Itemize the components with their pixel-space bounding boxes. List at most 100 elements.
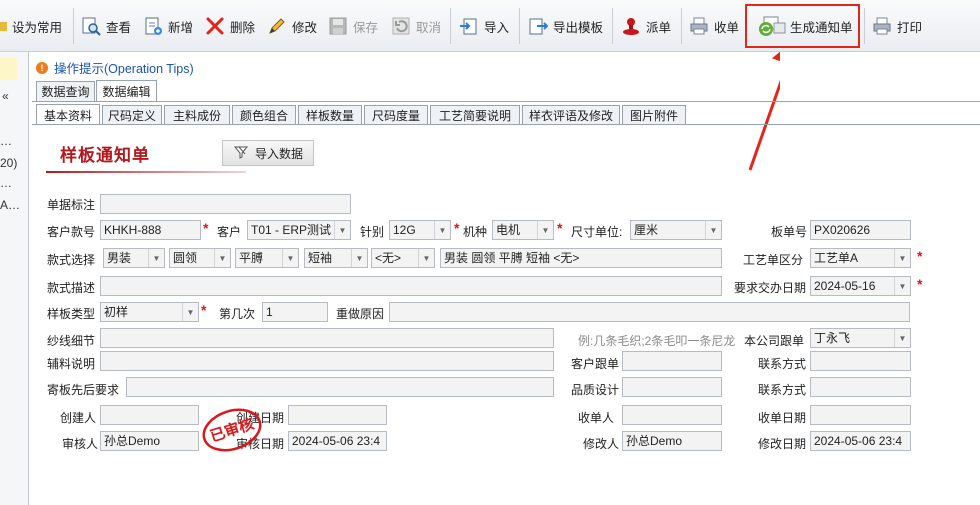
- size-unit-value: 厘米: [634, 223, 659, 237]
- delete-button[interactable]: 删除: [204, 10, 255, 42]
- form-title: 样板通知单: [60, 146, 150, 166]
- style-desc-field[interactable]: [100, 276, 722, 296]
- chevron-down-icon[interactable]: ▼: [894, 249, 910, 267]
- tab-sample-quantity[interactable]: 样板数量: [298, 105, 362, 125]
- creator-field[interactable]: [100, 405, 199, 425]
- style-length-select[interactable]: 短袖 ▼: [304, 248, 368, 268]
- collapse-icon[interactable]: «: [2, 89, 9, 103]
- contact2-field[interactable]: [810, 377, 911, 397]
- machine-select[interactable]: 电机 ▼: [492, 220, 554, 240]
- cancel-button[interactable]: 取消: [390, 10, 441, 42]
- size-unit-label: 尺寸单位:: [571, 225, 623, 239]
- size-unit-select[interactable]: 厘米 ▼: [630, 220, 722, 240]
- print-button[interactable]: 打印: [871, 10, 922, 42]
- sample-type-select[interactable]: 初样 ▼: [100, 302, 199, 322]
- tab-image-attachments[interactable]: 图片附件: [622, 105, 686, 125]
- customer-value: T01 - ERP测试: [251, 223, 332, 237]
- style-sleeve-select[interactable]: 平膊 ▼: [235, 248, 299, 268]
- tab-sample-review[interactable]: 样衣评语及修改: [522, 105, 620, 125]
- process-type-select[interactable]: 工艺单A ▼: [810, 248, 911, 268]
- tab-process-brief[interactable]: 工艺简要说明: [430, 105, 520, 125]
- modify-date-field[interactable]: 2024-05-06 23:4: [810, 431, 911, 451]
- customer-select[interactable]: T01 - ERP测试 ▼: [247, 220, 351, 240]
- save-label: 保存: [353, 20, 379, 35]
- reviewer-field[interactable]: 孙总Demo: [100, 431, 199, 451]
- chevron-down-icon[interactable]: ▼: [282, 249, 298, 267]
- style-desc-label: 款式描述: [47, 281, 96, 295]
- left-panel-row[interactable]: …: [0, 134, 12, 148]
- tab-label: 尺码度量: [371, 109, 420, 123]
- approved-stamp: 已审核: [200, 404, 262, 456]
- tab-main-material[interactable]: 主料成份: [164, 105, 230, 125]
- company-follow-select[interactable]: 丁永飞 ▼: [810, 328, 911, 348]
- left-panel-selected-row[interactable]: [0, 58, 17, 80]
- tab-data-edit[interactable]: 数据编辑: [96, 80, 157, 101]
- yarn-detail-field[interactable]: [100, 328, 554, 348]
- times-field[interactable]: 1: [262, 302, 328, 322]
- chevron-down-icon[interactable]: ▼: [148, 249, 164, 267]
- redo-reason-label: 重做原因: [336, 307, 385, 321]
- required-mark: *: [917, 276, 923, 292]
- chevron-down-icon[interactable]: ▼: [705, 221, 721, 239]
- style-gender-select[interactable]: 男装 ▼: [103, 248, 165, 268]
- operation-tips[interactable]: ! 操作提示(Operation Tips): [36, 58, 194, 77]
- customer-style-no-field[interactable]: KHKH-888: [100, 220, 201, 240]
- left-panel-row[interactable]: A…: [0, 198, 20, 212]
- delete-icon: [204, 15, 226, 37]
- receive-date-field[interactable]: [810, 405, 911, 425]
- chevron-down-icon[interactable]: ▼: [537, 221, 553, 239]
- delivery-date-picker[interactable]: 2024-05-16 ▼: [810, 276, 911, 296]
- style-extra-select[interactable]: <无> ▼: [371, 248, 435, 268]
- set-favorite-button[interactable]: 设为常用: [0, 10, 62, 42]
- quality-design-field[interactable]: [622, 377, 722, 397]
- view-button[interactable]: 查看: [80, 10, 131, 42]
- board-no-field[interactable]: PX020626: [810, 220, 911, 240]
- left-panel-row[interactable]: …: [0, 176, 12, 190]
- chevron-down-icon[interactable]: ▼: [214, 249, 230, 267]
- annotation-arrow: [748, 46, 780, 171]
- chevron-down-icon[interactable]: ▼: [351, 249, 367, 267]
- required-mark: *: [201, 302, 207, 318]
- export-template-button[interactable]: 导出模板: [527, 10, 603, 42]
- style-summary-field[interactable]: 男装 圆领 平膊 短袖 <无>: [440, 248, 722, 268]
- dispatch-button[interactable]: 派单: [620, 10, 671, 42]
- doc-remark-field[interactable]: [100, 194, 351, 214]
- left-panel-row[interactable]: 20): [0, 156, 17, 170]
- customer-follow-field[interactable]: [622, 351, 722, 371]
- chevron-down-icon[interactable]: ▼: [894, 329, 910, 347]
- edit-button[interactable]: 修改: [266, 10, 317, 42]
- tab-basic-info[interactable]: 基本资料: [36, 104, 100, 125]
- redo-reason-field[interactable]: [389, 302, 910, 322]
- import-data-button[interactable]: 导入数据: [222, 140, 314, 166]
- chevron-down-icon[interactable]: ▼: [182, 303, 198, 321]
- delete-label: 删除: [230, 20, 256, 35]
- accessory-field[interactable]: [100, 351, 554, 371]
- modifier-field[interactable]: 孙总Demo: [622, 431, 722, 451]
- receive-button[interactable]: 收单: [688, 10, 739, 42]
- chevron-down-icon[interactable]: ▼: [434, 221, 450, 239]
- chevron-down-icon[interactable]: ▼: [334, 221, 350, 239]
- process-type-label: 工艺单区分: [743, 253, 804, 267]
- chevron-down-icon[interactable]: ▼: [894, 277, 910, 295]
- tips-icon: !: [36, 61, 48, 74]
- create-date-field[interactable]: [288, 405, 387, 425]
- gauge-select[interactable]: 12G ▼: [389, 220, 451, 240]
- save-button[interactable]: 保存: [327, 10, 378, 42]
- tab-data-query[interactable]: 数据查询: [36, 81, 95, 101]
- ship-req-field[interactable]: [126, 377, 554, 397]
- contact1-field[interactable]: [810, 351, 911, 371]
- receiver-field[interactable]: [622, 405, 722, 425]
- tab-size-definition[interactable]: 尺码定义: [102, 105, 162, 125]
- style-collar-select[interactable]: 圆领 ▼: [169, 248, 231, 268]
- chevron-down-icon[interactable]: ▼: [418, 249, 434, 267]
- import-button[interactable]: 导入: [458, 10, 509, 42]
- tab-color-combination[interactable]: 颜色组合: [232, 105, 296, 125]
- receive-printer-icon: [688, 15, 710, 37]
- customer-follow-label: 客户跟单: [571, 357, 620, 371]
- required-mark: *: [557, 220, 563, 236]
- new-button[interactable]: 新增: [142, 10, 193, 42]
- new-document-icon: [142, 15, 164, 37]
- tab-size-measure[interactable]: 尺码度量: [364, 105, 428, 125]
- review-date-field[interactable]: 2024-05-06 23:4: [288, 431, 387, 451]
- receive-date-label: 收单日期: [758, 411, 807, 425]
